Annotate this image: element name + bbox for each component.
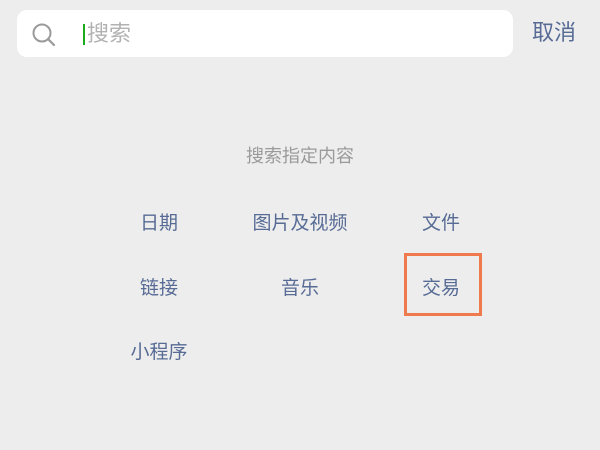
text-caret [83, 24, 85, 45]
search-hint-title: 搜索指定内容 [246, 146, 354, 167]
search-bar[interactable] [17, 10, 513, 57]
option-links[interactable]: 链接 [140, 275, 178, 301]
search-icon [32, 23, 56, 47]
option-date[interactable]: 日期 [140, 210, 178, 236]
option-mini-programs[interactable]: 小程序 [130, 339, 187, 365]
search-page: 取消 搜索指定内容 日期 图片及视频 文件 链接 音乐 交易 小程序 [0, 0, 600, 450]
option-images-videos[interactable]: 图片及视频 [252, 210, 347, 236]
highlight-box [404, 253, 482, 316]
cancel-button[interactable]: 取消 [532, 19, 576, 49]
option-files[interactable]: 文件 [422, 210, 460, 236]
option-music[interactable]: 音乐 [281, 275, 319, 301]
search-input[interactable] [87, 18, 487, 50]
